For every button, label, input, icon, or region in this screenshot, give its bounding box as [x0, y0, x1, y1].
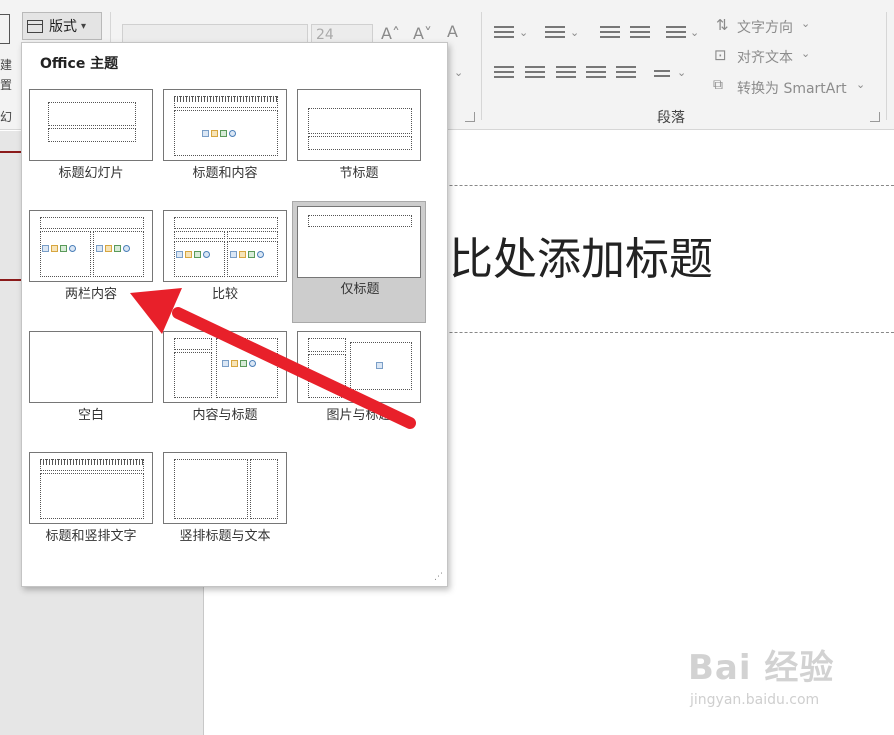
sliver-text-1: 建 [0, 58, 13, 72]
ribbon-separator [481, 12, 482, 120]
layout-preview [163, 331, 287, 403]
layout-preview [163, 452, 287, 524]
increase-indent-icon[interactable] [630, 26, 650, 42]
layout-preview [163, 210, 287, 282]
text-direction-button[interactable]: 文字方向 [737, 17, 793, 37]
layout-tile-label: 竖排标题与文本 [179, 529, 271, 544]
layout-dropdown: Office 主题 标题幻灯片 标题和内容 节标题 两栏内容 比较 仅标题 空白… [21, 42, 448, 587]
chevron-down-icon[interactable]: ⌄ [570, 26, 579, 39]
watermark: Bai 经验 jingyan.baidu.com [688, 640, 888, 720]
layout-preview [29, 210, 153, 282]
chevron-down-icon: ▾ [81, 20, 87, 32]
layout-tile-label: 标题和内容 [192, 166, 258, 181]
increase-font-icon[interactable]: A˄ [381, 24, 400, 43]
layout-tile-blank[interactable]: 空白 [23, 326, 153, 442]
new-slide-icon[interactable] [0, 14, 10, 44]
selected-slide-thumbnail[interactable] [0, 151, 22, 281]
layout-tile-label: 图片与标题 [326, 408, 392, 423]
layout-tile-comparison[interactable]: 比较 [157, 205, 287, 321]
layout-tile-section-header[interactable]: 节标题 [291, 84, 421, 200]
layout-preview [297, 206, 421, 278]
slides-group-label: 幻 [0, 110, 13, 124]
chevron-down-icon: ⌄ [801, 17, 811, 30]
layout-tile-label: 比较 [211, 287, 238, 302]
convert-smartart-button[interactable]: 转换为 SmartArt [737, 78, 847, 98]
bullets-icon[interactable] [494, 26, 514, 42]
distributed-icon[interactable] [616, 66, 636, 82]
chevron-down-icon[interactable]: ⌄ [677, 66, 686, 79]
layout-tile-label: 内容与标题 [192, 408, 258, 423]
align-center-icon[interactable] [525, 66, 545, 82]
sliver-text-2: 置 [0, 78, 13, 92]
layout-tile-title-vertical-text[interactable]: 标题和竖排文字 [23, 447, 153, 563]
chevron-down-icon[interactable]: ⌄ [690, 26, 699, 39]
justify-icon[interactable] [586, 66, 606, 82]
chevron-down-icon: ⌄ [801, 47, 811, 60]
layout-preview [29, 452, 153, 524]
layout-button-label: 版式 [49, 19, 77, 35]
watermark-url: jingyan.baidu.com [690, 692, 820, 708]
smartart-icon: ⧉ [713, 77, 723, 93]
font-dialog-launcher-icon[interactable] [465, 112, 475, 122]
layout-tile-title-slide[interactable]: 标题幻灯片 [23, 84, 153, 200]
layout-tile-label: 仅标题 [340, 282, 380, 297]
layout-tile-label: 标题和竖排文字 [45, 529, 137, 544]
text-direction-icon: ⇅ [716, 16, 729, 34]
watermark-brand: Bai 经验 [688, 648, 835, 688]
title-placeholder-text: 比处添加标题 [449, 234, 713, 285]
paragraph-group-label: 段落 [657, 110, 685, 126]
layout-tile-picture-with-caption[interactable]: 图片与标题 [291, 326, 421, 442]
font-size-value: 24 [316, 27, 334, 43]
layout-tile-label: 两栏内容 [64, 287, 117, 302]
numbering-icon[interactable] [545, 26, 565, 42]
layout-button[interactable]: 版式 ▾ [22, 12, 102, 40]
layout-tile-label: 标题幻灯片 [58, 166, 124, 181]
align-left-icon[interactable] [494, 66, 514, 82]
clear-format-icon[interactable]: A [447, 22, 458, 41]
dropdown-section-title: Office 主题 [40, 56, 119, 72]
layout-tile-title-and-content[interactable]: 标题和内容 [157, 84, 287, 200]
layout-preview [29, 331, 153, 403]
layout-tile-two-content[interactable]: 两栏内容 [23, 205, 153, 321]
line-spacing-icon[interactable] [666, 26, 686, 42]
layout-tile-label: 节标题 [339, 166, 379, 181]
align-text-icon: ⊡ [714, 46, 727, 64]
layout-tile-content-with-caption[interactable]: 内容与标题 [157, 326, 287, 442]
layout-preview [297, 331, 421, 403]
align-text-button[interactable]: 对齐文本 [737, 47, 793, 67]
layout-tile-label: 空白 [77, 408, 104, 423]
decrease-indent-icon[interactable] [600, 26, 620, 42]
layout-preview [163, 89, 287, 161]
chevron-down-icon: ⌄ [856, 78, 866, 91]
resize-grip-icon[interactable]: ⋰ [434, 572, 443, 582]
layout-tile-vertical-title-text[interactable]: 竖排标题与文本 [157, 447, 287, 563]
align-right-icon[interactable] [556, 66, 576, 82]
chevron-down-icon[interactable]: ⌄ [519, 26, 528, 39]
columns-icon[interactable] [654, 70, 670, 86]
ribbon-separator [886, 12, 887, 120]
layout-tile-title-only[interactable]: 仅标题 [292, 201, 426, 323]
decrease-font-icon[interactable]: A˅ [413, 24, 432, 43]
layout-preview [297, 89, 421, 161]
ribbon-left-sliver: 建 置 幻 [0, 0, 22, 130]
paragraph-dialog-launcher-icon[interactable] [870, 112, 880, 122]
layout-icon [27, 19, 43, 33]
layout-preview [29, 89, 153, 161]
font-color-dropdown-icon[interactable]: ⌄ [454, 66, 463, 79]
